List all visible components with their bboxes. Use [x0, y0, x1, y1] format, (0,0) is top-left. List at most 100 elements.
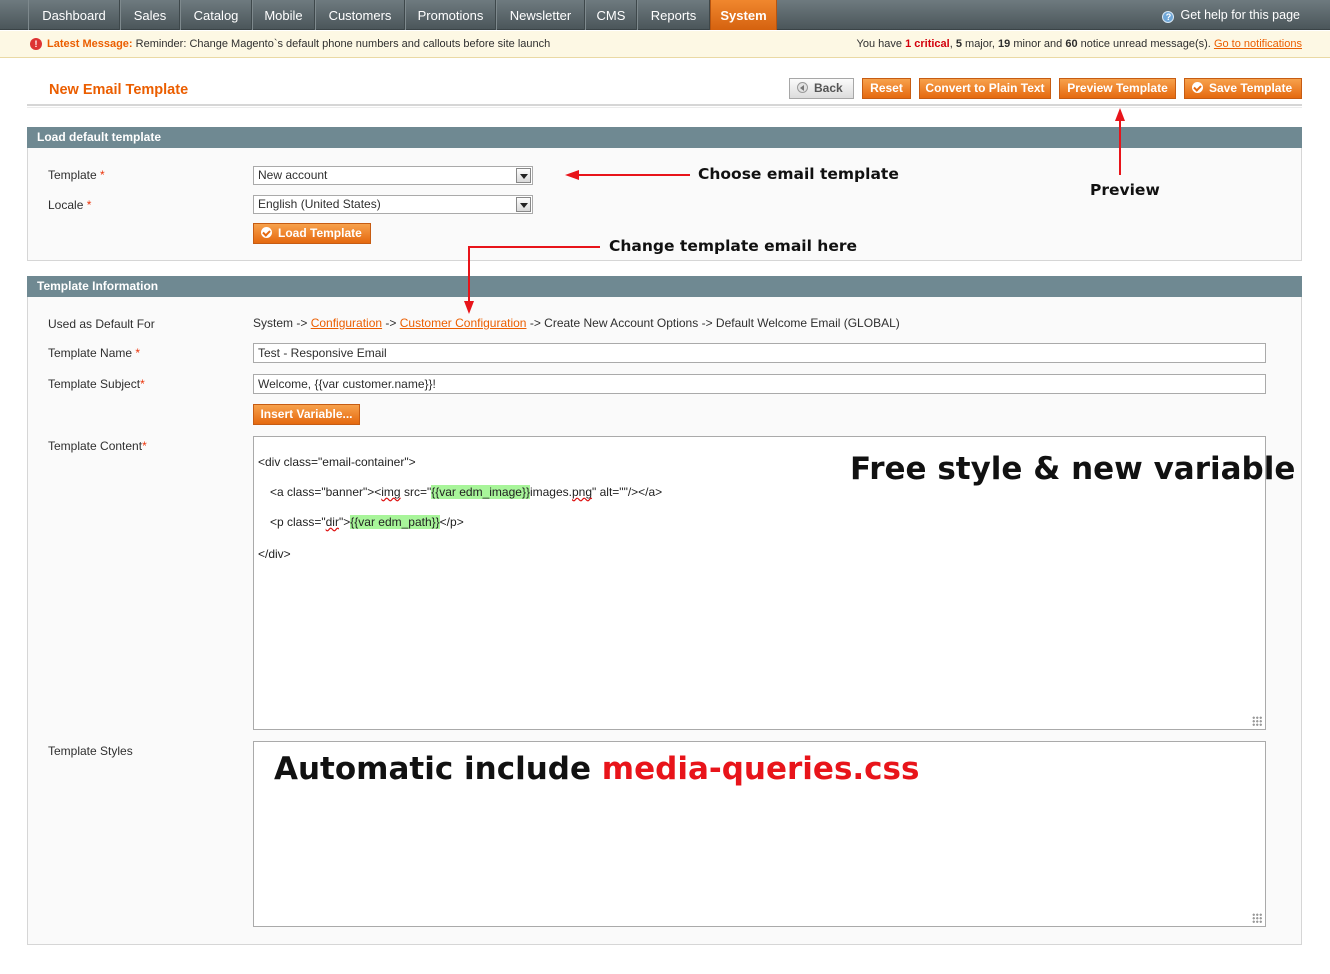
required-marker: * — [100, 168, 105, 182]
nav-mobile[interactable]: Mobile — [252, 0, 315, 30]
nav-system[interactable]: System — [710, 0, 777, 30]
annotation-preview: Preview — [1090, 181, 1160, 199]
message-counts: You have 1 critical, 5 major, 19 minor a… — [857, 31, 1302, 57]
required-marker: * — [140, 377, 145, 391]
used-as-default-label: Used as Default For — [48, 317, 155, 331]
template-content-label-text: Template Content — [48, 439, 143, 453]
go-to-notifications-link[interactable]: Go to notifications — [1214, 38, 1302, 50]
template-subject-label: Template Subject* — [48, 377, 145, 391]
help-link[interactable]: ? Get help for this page — [1162, 0, 1300, 30]
nav-newsletter[interactable]: Newsletter — [496, 0, 585, 30]
used-as-default-path: System -> Configuration -> Customer Conf… — [253, 316, 900, 330]
minor-count: 19 — [998, 38, 1011, 50]
notice-count: 60 — [1065, 38, 1078, 50]
spellcheck-word: png — [572, 485, 593, 499]
locale-select[interactable]: English (United States) — [253, 195, 533, 214]
load-template-label: Load Template — [278, 226, 362, 240]
help-icon: ? — [1162, 11, 1175, 23]
back-button[interactable]: Back — [789, 78, 854, 99]
code-text: " alt=""/></a> — [592, 485, 663, 499]
template-label-text: Template — [48, 168, 97, 182]
spellcheck-word: img — [381, 485, 401, 499]
counts-text: notice unread message(s). — [1077, 38, 1214, 50]
code-line: </div> — [258, 547, 291, 561]
configuration-link[interactable]: Configuration — [311, 316, 382, 330]
annotation-automatic-include: Automatic include media-queries.css — [274, 751, 919, 787]
template-information-header: Template Information — [27, 276, 1302, 297]
nav-dashboard[interactable]: Dashboard — [28, 0, 120, 30]
template-subject-input[interactable]: Welcome, {{var customer.name}}! — [253, 374, 1266, 394]
nav-promotions[interactable]: Promotions — [405, 0, 496, 30]
nav-reports[interactable]: Reports — [637, 0, 710, 30]
template-label: Template * — [48, 168, 105, 182]
help-label: Get help for this page — [1180, 8, 1300, 22]
required-marker: * — [86, 198, 92, 212]
load-default-template-header: Load default template — [27, 127, 1302, 148]
required-marker: * — [142, 439, 147, 453]
annotation-css-filename: media-queries.css — [601, 751, 920, 787]
variable-highlight: {{var edm_path}} — [350, 515, 440, 529]
template-select-value: New account — [258, 168, 328, 182]
latest-message-label: Latest Message: — [47, 38, 133, 50]
template-subject-label-text: Template Subject — [48, 377, 141, 391]
load-template-button[interactable]: Load Template — [253, 223, 371, 244]
check-icon — [261, 227, 272, 238]
annotation-text: Automatic include — [274, 751, 602, 787]
save-template-button[interactable]: Save Template — [1184, 78, 1302, 99]
title-divider — [27, 104, 1302, 108]
spellcheck-word: dir — [325, 515, 339, 529]
nav-catalog[interactable]: Catalog — [180, 0, 252, 30]
counts-text: major, — [961, 38, 999, 50]
template-content-label: Template Content* — [48, 439, 147, 453]
path-text: -> — [382, 316, 400, 330]
template-styles-label: Template Styles — [48, 744, 133, 758]
locale-select-value: English (United States) — [258, 197, 381, 211]
template-name-label-text: Template Name — [48, 346, 133, 360]
required-marker: * — [135, 346, 141, 360]
nav-sales[interactable]: Sales — [120, 0, 180, 30]
annotation-change-template: Change template email here — [609, 237, 858, 255]
path-text: System -> — [253, 316, 311, 330]
code-text: "> — [338, 515, 351, 529]
counts-text: You have — [856, 38, 906, 50]
code-line: <a class="banner"><img src="{{var edm_im… — [270, 485, 662, 499]
variable-highlight: {{var edm_image}} — [431, 485, 530, 499]
nav-cms[interactable]: CMS — [585, 0, 637, 30]
check-icon — [1192, 82, 1203, 93]
system-message-bar: ! Latest Message: Reminder: Change Magen… — [0, 31, 1330, 58]
critical-count: 1 critical — [905, 38, 950, 50]
preview-template-button[interactable]: Preview Template — [1059, 78, 1176, 99]
locale-label: Locale * — [48, 198, 91, 212]
customer-configuration-link[interactable]: Customer Configuration — [400, 316, 527, 330]
code-line: <p class="dir">{{var edm_path}}</p> — [270, 515, 464, 529]
top-navigation: Dashboard Sales Catalog Mobile Customers… — [0, 0, 1330, 30]
chevron-down-icon — [516, 168, 531, 183]
reset-button[interactable]: Reset — [862, 78, 911, 99]
code-line: <div class="email-container"> — [258, 455, 416, 469]
nav-customers[interactable]: Customers — [315, 0, 405, 30]
warning-icon: ! — [30, 38, 42, 50]
latest-message: Latest Message: Reminder: Change Magento… — [47, 31, 550, 57]
arrowhead — [1115, 108, 1125, 121]
chevron-down-icon — [516, 197, 531, 212]
annotation-choose-template: Choose email template — [698, 165, 899, 183]
page-title: New Email Template — [49, 82, 189, 98]
counts-text: minor and — [1010, 38, 1066, 50]
back-label: Back — [814, 81, 843, 95]
path-text: -> Create New Account Options -> Default… — [526, 316, 900, 330]
insert-variable-button[interactable]: Insert Variable... — [253, 404, 360, 425]
code-text: </p> — [439, 515, 464, 529]
latest-message-text: Reminder: Change Magento`s default phone… — [132, 38, 551, 50]
code-text: <a class="banner">< — [270, 485, 382, 499]
code-text: images. — [529, 485, 572, 499]
template-name-input[interactable]: Test - Responsive Email — [253, 343, 1266, 363]
locale-label-text: Locale — [48, 198, 84, 212]
annotation-free-style: Free style & new variable — [850, 451, 1296, 487]
back-arrow-icon — [797, 82, 808, 93]
convert-to-plain-text-button[interactable]: Convert to Plain Text — [919, 78, 1051, 99]
resize-grip-icon[interactable] — [1252, 913, 1262, 923]
resize-grip-icon[interactable] — [1252, 716, 1262, 726]
save-label: Save Template — [1209, 81, 1293, 95]
template-select[interactable]: New account — [253, 166, 533, 185]
code-text: src=" — [400, 485, 432, 499]
